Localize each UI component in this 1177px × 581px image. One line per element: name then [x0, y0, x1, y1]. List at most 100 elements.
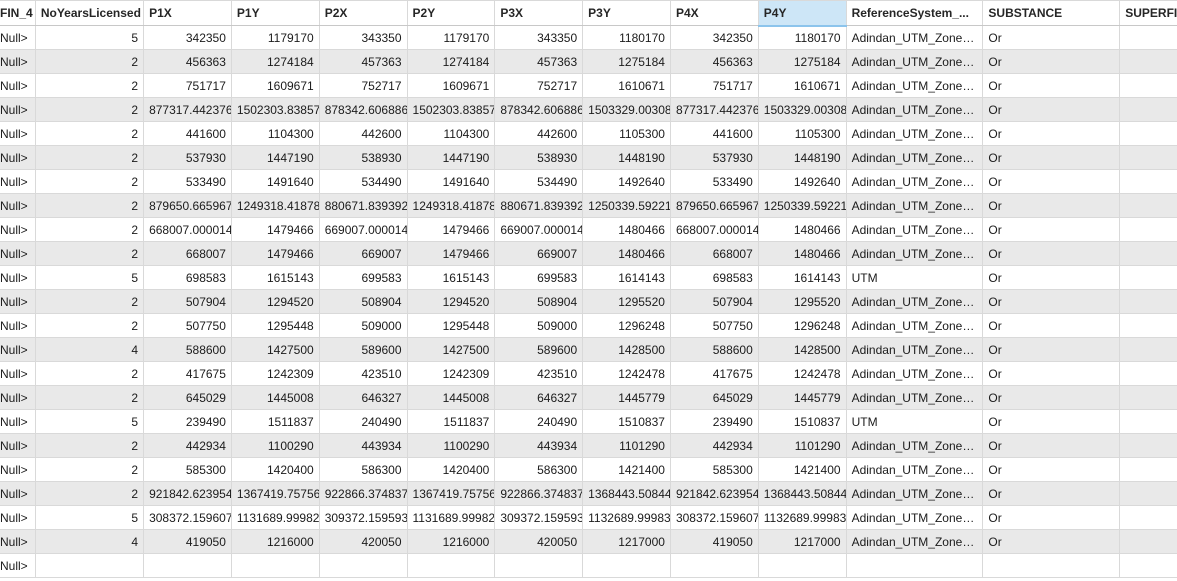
table-cell[interactable]: 1294520	[406, 289, 496, 314]
table-cell[interactable]: 343350	[494, 25, 584, 50]
table-cell[interactable]	[669, 553, 759, 578]
table-cell[interactable]: 1610671	[582, 73, 671, 98]
table-cell[interactable]: 698583	[669, 265, 759, 290]
table-cell[interactable]: 878342.606886	[318, 97, 408, 122]
table-cell[interactable]: Adindan_UTM_Zone_...	[845, 433, 984, 458]
table-cell[interactable]: 752717	[318, 73, 408, 98]
table-cell[interactable]: 646327	[318, 385, 408, 410]
table-cell[interactable]: 668007.000014	[143, 217, 232, 242]
table-cell[interactable]: 879650.665967	[143, 193, 232, 218]
table-cell[interactable]: Adindan_UTM_Zone_...	[845, 529, 984, 554]
table-cell[interactable]: 586300	[494, 457, 584, 482]
table-cell[interactable]: 456363	[669, 49, 759, 74]
table-cell[interactable]: 1510837	[757, 409, 847, 434]
table-cell[interactable]: 2	[34, 457, 145, 482]
table-cell[interactable]: Adindan_UTM_Zone_...	[845, 361, 984, 386]
table-cell[interactable]: 1428500	[757, 337, 847, 362]
table-cell[interactable]: 2	[34, 313, 145, 338]
table-cell[interactable]: Or	[982, 145, 1121, 170]
table-cell[interactable]: 1295448	[230, 313, 320, 338]
table-cell[interactable]: 921842.623954	[143, 481, 232, 506]
table-cell[interactable]: 1101290	[582, 433, 671, 458]
table-cell[interactable]: Or	[982, 385, 1121, 410]
table-cell[interactable]: 1	[1119, 169, 1177, 194]
table-cell[interactable]: 1615143	[230, 265, 320, 290]
table-cell[interactable]: 878342.606886	[494, 97, 584, 122]
table-cell[interactable]: 2	[1119, 313, 1177, 338]
table-cell[interactable]: 1367419.75756	[230, 481, 320, 506]
table-cell[interactable]: Null>	[0, 121, 36, 146]
table-row[interactable]: Null> 2 879650.665967 1249318.41878 880671.8…	[0, 193, 1177, 218]
table-cell[interactable]: 1131689.99982	[406, 505, 496, 530]
table-row[interactable]: Null> 5 239490 1511837 240490 1511837 240490 15…	[0, 409, 1177, 434]
table-cell[interactable]: Or	[982, 361, 1121, 386]
table-cell[interactable]: Or	[982, 25, 1121, 50]
table-cell[interactable]: Null>	[0, 433, 36, 458]
table-cell[interactable]: 1242309	[230, 361, 320, 386]
table-cell[interactable]: 1448190	[582, 145, 671, 170]
table-cell[interactable]: 921842.623954	[669, 481, 759, 506]
table-cell[interactable]: 586300	[318, 457, 408, 482]
table-cell[interactable]: 1274184	[230, 49, 320, 74]
table-row[interactable]: Null> 2 585300 1420400 586300 1420400 586300 14…	[0, 457, 1177, 482]
table-cell[interactable]: Or	[982, 313, 1121, 338]
table-cell[interactable]: Null>	[0, 49, 36, 74]
table-cell[interactable]: 588600	[143, 337, 232, 362]
table-cell[interactable]: 880671.839392	[494, 193, 584, 218]
table-cell[interactable]: 1	[1119, 217, 1177, 242]
table-cell[interactable]: Or	[982, 457, 1121, 482]
table-cell[interactable]: 1242478	[757, 361, 847, 386]
table-cell[interactable]: Null>	[0, 457, 36, 482]
table-cell[interactable]: 442934	[669, 433, 759, 458]
table-cell[interactable]: 538930	[494, 145, 584, 170]
table-cell[interactable]: 1	[1119, 289, 1177, 314]
column-header[interactable]: P2Y	[406, 0, 496, 26]
table-cell[interactable]: 1511837	[406, 409, 496, 434]
table-row[interactable]: Null> 5 308372.159607 1131689.99982 309372.1…	[0, 505, 1177, 530]
table-cell[interactable]: Null>	[0, 265, 36, 290]
table-cell[interactable]: 1132689.99983	[757, 505, 847, 530]
table-cell[interactable]: 1295520	[582, 289, 671, 314]
table-cell[interactable]: 442934	[143, 433, 232, 458]
table-cell[interactable]: 1104300	[406, 121, 496, 146]
table-cell[interactable]: Null>	[0, 313, 36, 338]
table-cell[interactable]: 1294520	[230, 289, 320, 314]
column-header[interactable]: P3X	[494, 0, 584, 26]
table-row[interactable]: Null> 2 507750 1295448 509000 1295448 509000 12…	[0, 313, 1177, 338]
table-cell[interactable]: 419050	[669, 529, 759, 554]
table-cell[interactable]: 1480466	[582, 241, 671, 266]
table-cell[interactable]: 2	[34, 361, 145, 386]
table-cell[interactable]: 1445779	[757, 385, 847, 410]
table-cell[interactable]: 1503329.00308	[757, 97, 847, 122]
table-cell[interactable]: 1	[1119, 505, 1177, 530]
table-cell[interactable]	[982, 553, 1121, 578]
table-cell[interactable]: 533490	[143, 169, 232, 194]
table-cell[interactable]: 752717	[494, 73, 584, 98]
table-cell[interactable]: Adindan_UTM_Zone_...	[845, 337, 984, 362]
table-cell[interactable]: 1275184	[582, 49, 671, 74]
table-cell[interactable]: 342350	[669, 25, 759, 50]
table-cell[interactable]: Adindan_UTM_Zone_...	[845, 241, 984, 266]
table-cell[interactable]: 1420400	[230, 457, 320, 482]
table-cell[interactable]: 1420400	[406, 457, 496, 482]
table-row[interactable]: Null> 4 419050 1216000 420050 1216000 420050 12…	[0, 529, 1177, 554]
table-cell[interactable]: 442600	[318, 121, 408, 146]
table-cell[interactable]: 1610671	[757, 73, 847, 98]
table-row[interactable]: Null> 2 877317.442376 1502303.83857 878342.6…	[0, 97, 1177, 122]
table-cell[interactable]: Or	[982, 529, 1121, 554]
table-cell[interactable]: 1427500	[406, 337, 496, 362]
table-cell[interactable]: 2	[34, 145, 145, 170]
table-cell[interactable]: 1100290	[406, 433, 496, 458]
table-cell[interactable]: 5	[34, 505, 145, 530]
table-cell[interactable]: 2	[34, 169, 145, 194]
table-cell[interactable]: 1	[1119, 145, 1177, 170]
table-cell[interactable]: 457363	[494, 49, 584, 74]
table-cell[interactable]: Or	[982, 265, 1121, 290]
table-cell[interactable]: 1	[1119, 529, 1177, 554]
table-cell[interactable]: Or	[982, 409, 1121, 434]
table-cell[interactable]: 1296248	[757, 313, 847, 338]
table-cell[interactable]: Or	[982, 217, 1121, 242]
table-cell[interactable]: 669007	[494, 241, 584, 266]
table-cell[interactable]: 1216000	[406, 529, 496, 554]
table-cell[interactable]: 668007	[143, 241, 232, 266]
